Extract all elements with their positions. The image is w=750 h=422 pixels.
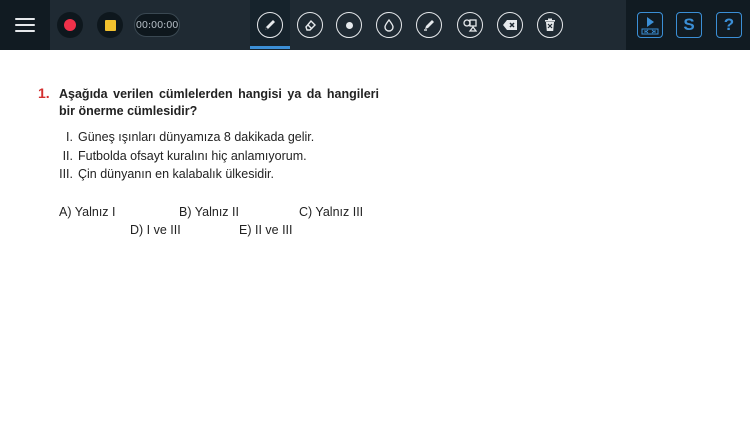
pen-icon: [257, 12, 283, 38]
media-player-button[interactable]: [637, 0, 663, 50]
question-text-line-1: Aşağıda verilen cümlelerden hangisi ya d…: [59, 87, 379, 101]
statement-3-text: Çin dünyanın en kalabalık ülkesidir.: [78, 167, 274, 181]
option-d[interactable]: D) I ve III: [130, 223, 181, 237]
pen-tool-button[interactable]: [257, 0, 283, 50]
backspace-clear-icon: [497, 12, 523, 38]
dot-size-button[interactable]: [336, 0, 362, 50]
shapes-tool-button[interactable]: [457, 0, 483, 50]
option-a[interactable]: A) Yalnız I: [59, 205, 116, 219]
eraser-icon: [297, 12, 323, 38]
statement-1-roman: I.: [66, 130, 73, 144]
color-drop-icon: [376, 12, 402, 38]
statement-2-roman: II.: [62, 149, 73, 163]
highlighter-tool-button[interactable]: [416, 0, 442, 50]
question-number: 1.: [38, 85, 50, 101]
media-player-icon: [637, 12, 663, 38]
option-b[interactable]: B) Yalnız II: [179, 205, 239, 219]
question-text: Aşağıda verilen cümlelerden hangisi ya d…: [59, 86, 379, 120]
record-button[interactable]: [57, 0, 83, 50]
stop-button[interactable]: [97, 0, 123, 50]
question-area: 1. Aşağıda verilen cümlelerden hangisi y…: [0, 50, 750, 422]
menu-button[interactable]: [0, 0, 50, 50]
color-tool-button[interactable]: [376, 0, 402, 50]
s-letter-icon: S: [676, 12, 702, 38]
trash-icon: [537, 12, 563, 38]
timer-display: 00:00:00: [134, 0, 180, 50]
clear-button[interactable]: [497, 0, 523, 50]
statement-2: II. Futbolda ofsayt kuralını hiç anlamıyo…: [54, 149, 307, 163]
shapes-icon: [457, 12, 483, 38]
statement-3-roman: III.: [59, 167, 73, 181]
delete-page-button[interactable]: [537, 0, 563, 50]
question-text-line-2: bir önerme cümlesidir?: [59, 104, 198, 118]
help-button[interactable]: ?: [716, 0, 742, 50]
statement-2-text: Futbolda ofsayt kuralını hiç anlamıyorum…: [78, 149, 307, 163]
option-c[interactable]: C) Yalnız III: [299, 205, 363, 219]
s-button[interactable]: S: [676, 0, 702, 50]
statement-1: I. Güneş ışınları dünyamıza 8 dakikada ge…: [54, 130, 314, 144]
hamburger-menu-icon: [15, 18, 35, 32]
option-e[interactable]: E) II ve III: [239, 223, 293, 237]
statement-3: III. Çin dünyanın en kalabalık ülkesidir.: [54, 167, 274, 181]
statement-1-text: Güneş ışınları dünyamıza 8 dakikada geli…: [78, 130, 315, 144]
stop-icon: [97, 12, 123, 38]
highlighter-icon: [416, 12, 442, 38]
dot-size-icon: [336, 12, 362, 38]
timer-text: 00:00:00: [134, 13, 180, 37]
help-icon: ?: [716, 12, 742, 38]
eraser-tool-button[interactable]: [297, 0, 323, 50]
record-icon: [57, 12, 83, 38]
top-toolbar: 00:00:00 S ?: [0, 0, 750, 50]
